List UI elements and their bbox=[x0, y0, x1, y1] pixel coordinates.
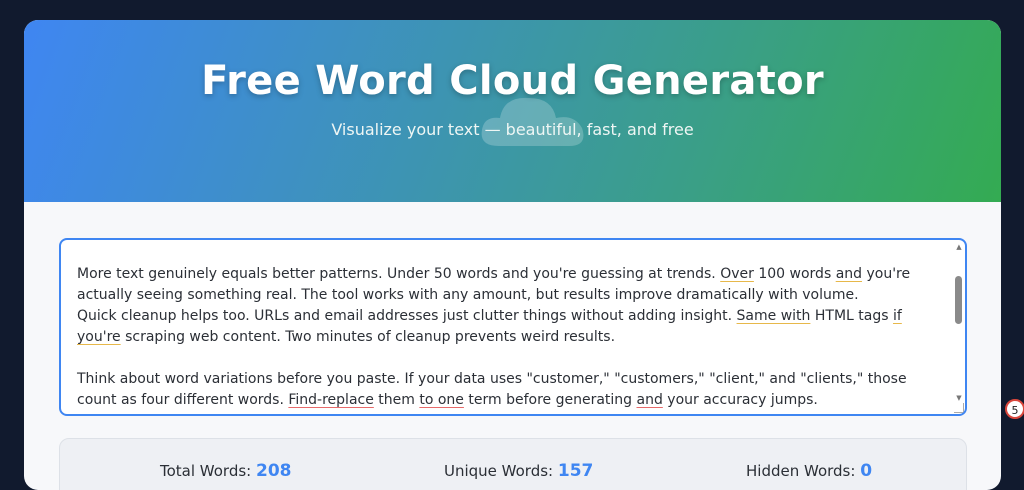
text-paragraph: Think about word variations before you p… bbox=[77, 371, 907, 408]
resize-handle[interactable] bbox=[954, 403, 964, 413]
page-subtitle: Visualize your text — beautiful, fast, a… bbox=[331, 120, 694, 139]
scroll-down-arrow-icon[interactable]: ▼ bbox=[955, 394, 963, 402]
stats-panel: Total Words: 208 Unique Words: 157 Hidde… bbox=[59, 438, 967, 490]
spelling-mark[interactable]: and bbox=[637, 392, 663, 408]
spelling-mark[interactable]: to one bbox=[419, 392, 464, 408]
stat-unique-words: Unique Words: 157 bbox=[444, 461, 594, 481]
text-paragraph: More text genuinely equals better patter… bbox=[77, 266, 911, 303]
scroll-thumb[interactable] bbox=[955, 276, 962, 324]
grammar-mark[interactable]: Same with bbox=[737, 308, 811, 324]
grammar-mark[interactable]: Over bbox=[720, 266, 754, 282]
text-input-area[interactable]: More text genuinely equals better patter… bbox=[59, 238, 967, 416]
unique-words-value: 157 bbox=[557, 461, 594, 481]
spelling-mark[interactable]: Find-replace bbox=[288, 392, 373, 408]
stat-hidden-words: Hidden Words: 0 bbox=[746, 461, 873, 481]
main-card: Free Word Cloud Generator Visualize your… bbox=[24, 20, 1001, 490]
textarea-scrollbar[interactable]: ▲ ▼ bbox=[953, 240, 965, 414]
scroll-up-arrow-icon[interactable]: ▲ bbox=[955, 243, 963, 251]
stat-total-words: Total Words: 208 bbox=[160, 461, 292, 481]
page-title: Free Word Cloud Generator bbox=[201, 58, 824, 104]
hero-banner: Free Word Cloud Generator Visualize your… bbox=[24, 20, 1001, 202]
notification-badge[interactable]: 5 bbox=[1005, 399, 1024, 419]
grammar-mark[interactable]: and bbox=[836, 266, 862, 282]
text-paragraph: Quick cleanup helps too. URLs and email … bbox=[77, 308, 902, 345]
total-words-value: 208 bbox=[256, 461, 292, 481]
hidden-words-value: 0 bbox=[860, 461, 873, 481]
text-input-content[interactable]: More text genuinely equals better patter… bbox=[77, 264, 943, 411]
